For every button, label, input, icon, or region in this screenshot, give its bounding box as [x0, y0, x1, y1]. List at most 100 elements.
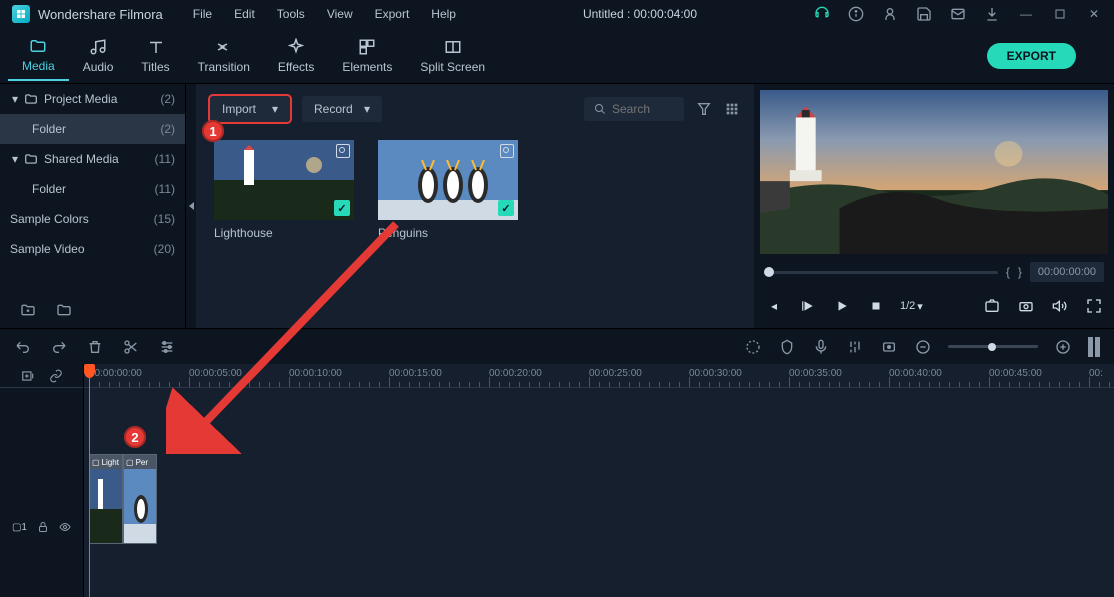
play-icon[interactable] [798, 296, 818, 316]
timeline-scroll-icon[interactable] [1088, 337, 1100, 357]
new-folder-icon[interactable] [20, 302, 36, 318]
playhead[interactable] [89, 364, 90, 597]
menu-tools[interactable]: Tools [267, 3, 315, 25]
fullscreen-icon[interactable] [1084, 296, 1104, 316]
zoom-in-icon[interactable] [1054, 338, 1072, 356]
filter-icon[interactable] [696, 101, 712, 117]
ruler-mark: 00:00:40:00 [889, 368, 942, 379]
screenshot-icon[interactable] [982, 296, 1002, 316]
search-input[interactable] [612, 102, 672, 116]
chevron-down-icon: ▾ [272, 102, 278, 116]
ruler-mark: 00:00:30:00 [689, 368, 742, 379]
import-dropdown[interactable]: Import ▾ [210, 96, 290, 122]
menu-help[interactable]: Help [421, 3, 466, 25]
mixer-icon[interactable] [846, 338, 864, 356]
panel-splitter[interactable] [186, 84, 196, 328]
sparkle-icon [287, 38, 305, 56]
stop-icon[interactable] [866, 296, 886, 316]
tab-transition[interactable]: Transition [184, 32, 264, 80]
marker-icon[interactable] [778, 338, 796, 356]
sidebar-item-sample-colors[interactable]: Sample Colors (15) [0, 204, 185, 234]
menu-file[interactable]: File [183, 3, 222, 25]
timeline-clip-2[interactable]: ▢Per [123, 454, 157, 544]
preview-timecode: 00:00:00:00 [1030, 262, 1104, 282]
tab-effects[interactable]: Effects [264, 32, 328, 80]
timeline-ruler[interactable]: 00:00:00:0000:00:05:0000:00:10:0000:00:1… [84, 364, 1114, 388]
ruler-mark: 00:00:05:00 [189, 368, 242, 379]
play-button[interactable] [832, 296, 852, 316]
record-dropdown[interactable]: Record ▾ [302, 96, 382, 122]
maximize-icon[interactable] [1052, 6, 1068, 22]
grid-view-icon[interactable] [724, 101, 740, 117]
media-sidebar: ▾ Project Media (2) Folder (2) ▾ Shared … [0, 84, 186, 328]
app-logo [12, 5, 30, 23]
redo-icon[interactable] [50, 338, 68, 356]
link-icon[interactable] [49, 369, 63, 383]
folder-icon [24, 92, 38, 106]
folder-icon [29, 37, 47, 55]
image-type-icon [336, 144, 350, 158]
zoom-slider[interactable] [948, 345, 1038, 348]
voiceover-icon[interactable] [812, 338, 830, 356]
chevron-down-icon: ▾ [364, 102, 370, 116]
main-toolbar: Media Audio Titles Transition Effects El… [0, 28, 1114, 84]
folder-open-icon[interactable] [56, 302, 72, 318]
sidebar-item-folder-2[interactable]: Folder (11) [0, 174, 185, 204]
track-label: ▢1 [12, 522, 27, 533]
media-thumb-penguins[interactable]: ✓ Penguins [378, 140, 518, 240]
zoom-out-icon[interactable] [914, 338, 932, 356]
camera-icon[interactable] [1016, 296, 1036, 316]
checkmark-icon: ✓ [498, 200, 514, 216]
headset-icon[interactable] [814, 6, 830, 22]
eye-icon[interactable] [59, 521, 71, 533]
save-icon[interactable] [916, 6, 932, 22]
menu-view[interactable]: View [317, 3, 363, 25]
close-icon[interactable]: ✕ [1086, 6, 1102, 22]
tab-titles[interactable]: Titles [127, 32, 183, 80]
adjust-icon[interactable] [158, 338, 176, 356]
volume-icon[interactable] [1050, 296, 1070, 316]
undo-icon[interactable] [14, 338, 32, 356]
timeline-body[interactable]: 00:00:00:0000:00:05:0000:00:10:0000:00:1… [84, 364, 1114, 597]
preview-scrubber[interactable] [764, 271, 998, 274]
delete-icon[interactable] [86, 338, 104, 356]
image-type-icon [500, 144, 514, 158]
image-type-icon: ▢ [126, 458, 134, 467]
lock-icon[interactable] [37, 521, 49, 533]
step-back-icon[interactable]: ◂ [764, 296, 784, 316]
checkmark-icon: ✓ [334, 200, 350, 216]
sidebar-item-shared-media[interactable]: ▾ Shared Media (11) [0, 144, 185, 174]
media-thumb-lighthouse[interactable]: ✓ Lighthouse [214, 140, 354, 240]
timeline-clip-1[interactable]: ▢Light [89, 454, 123, 544]
sidebar-item-folder-1[interactable]: Folder (2) [0, 114, 185, 144]
document-title: Untitled : 00:00:04:00 [466, 7, 814, 21]
user-icon[interactable] [882, 6, 898, 22]
render-icon[interactable] [744, 338, 762, 356]
ruler-mark: 00:00:20:00 [489, 368, 542, 379]
music-icon [89, 38, 107, 56]
search-box[interactable] [584, 97, 684, 121]
annotation-1: 1 [202, 120, 224, 142]
minimize-icon[interactable]: — [1018, 6, 1034, 22]
download-icon[interactable] [984, 6, 1000, 22]
tab-elements[interactable]: Elements [328, 32, 406, 80]
tab-media[interactable]: Media [8, 31, 69, 81]
bracket-open[interactable]: { [1006, 265, 1010, 279]
tab-audio[interactable]: Audio [69, 32, 128, 80]
sidebar-item-project-media[interactable]: ▾ Project Media (2) [0, 84, 185, 114]
sidebar-item-sample-video[interactable]: Sample Video (20) [0, 234, 185, 264]
app-title: Wondershare Filmora [38, 7, 163, 22]
tab-split-screen[interactable]: Split Screen [406, 32, 499, 80]
preview-viewport[interactable] [760, 90, 1108, 254]
speed-dropdown[interactable]: 1/2 ▾ [900, 300, 923, 313]
elements-icon [358, 38, 376, 56]
keyframe-icon[interactable] [880, 338, 898, 356]
menu-export[interactable]: Export [365, 3, 420, 25]
add-track-icon[interactable] [21, 369, 35, 383]
export-button[interactable]: EXPORT [987, 43, 1076, 69]
info-icon[interactable] [848, 6, 864, 22]
split-tool-icon[interactable] [122, 338, 140, 356]
bracket-close[interactable]: } [1018, 265, 1022, 279]
menu-edit[interactable]: Edit [224, 3, 265, 25]
mail-icon[interactable] [950, 6, 966, 22]
